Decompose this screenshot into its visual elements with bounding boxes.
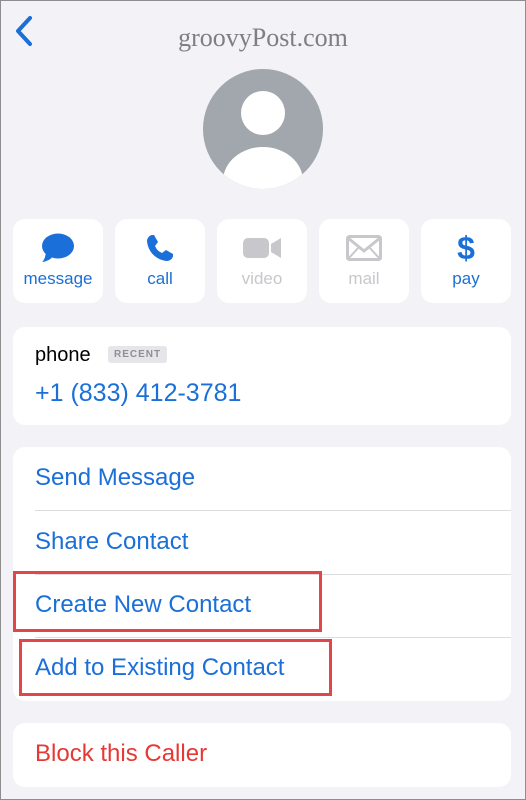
send-message-option[interactable]: Send Message bbox=[13, 447, 511, 511]
call-action-label: call bbox=[147, 269, 173, 288]
video-camera-icon bbox=[243, 238, 281, 258]
create-new-contact-option[interactable]: Create New Contact bbox=[13, 574, 511, 638]
phone-icon bbox=[147, 235, 173, 261]
mail-action-label: mail bbox=[348, 269, 380, 288]
send-message-label: Send Message bbox=[35, 464, 196, 491]
call-action-button[interactable]: call bbox=[115, 219, 205, 303]
video-action-button[interactable]: video bbox=[217, 219, 307, 303]
phone-number-link[interactable]: +1 (833) 412-3781 bbox=[35, 379, 241, 408]
contact-info-screen: groovyPost.com message call video mail $… bbox=[0, 0, 526, 800]
recent-badge: RECENT bbox=[108, 346, 168, 363]
person-silhouette-icon bbox=[223, 91, 303, 189]
mail-action-button[interactable]: mail bbox=[319, 219, 409, 303]
message-bubble-icon bbox=[42, 233, 74, 262]
watermark: groovyPost.com bbox=[178, 23, 348, 52]
message-action-button[interactable]: message bbox=[13, 219, 103, 303]
share-contact-label: Share Contact bbox=[35, 528, 189, 555]
dollar-icon: $ bbox=[457, 230, 475, 266]
pay-action-label: pay bbox=[452, 269, 480, 288]
create-new-contact-label: Create New Contact bbox=[35, 591, 252, 618]
share-contact-option[interactable]: Share Contact bbox=[13, 511, 511, 575]
contact-avatar bbox=[203, 69, 323, 189]
block-caller-card: Block this Caller bbox=[13, 723, 511, 787]
quick-actions-row: message call video mail $ pay bbox=[13, 219, 511, 303]
video-action-label: video bbox=[241, 269, 283, 288]
phone-label: phone bbox=[35, 344, 91, 366]
contact-options-list: Send Message Share Contact Create New Co… bbox=[13, 447, 511, 701]
phone-card: phone RECENT +1 (833) 412-3781 bbox=[13, 327, 511, 425]
add-to-existing-contact-label: Add to Existing Contact bbox=[35, 654, 285, 681]
message-action-label: message bbox=[23, 269, 93, 288]
block-caller-button[interactable]: Block this Caller bbox=[35, 740, 207, 768]
envelope-icon bbox=[346, 235, 382, 261]
pay-action-button[interactable]: $ pay bbox=[421, 219, 511, 303]
add-to-existing-contact-option[interactable]: Add to Existing Contact bbox=[13, 637, 511, 701]
